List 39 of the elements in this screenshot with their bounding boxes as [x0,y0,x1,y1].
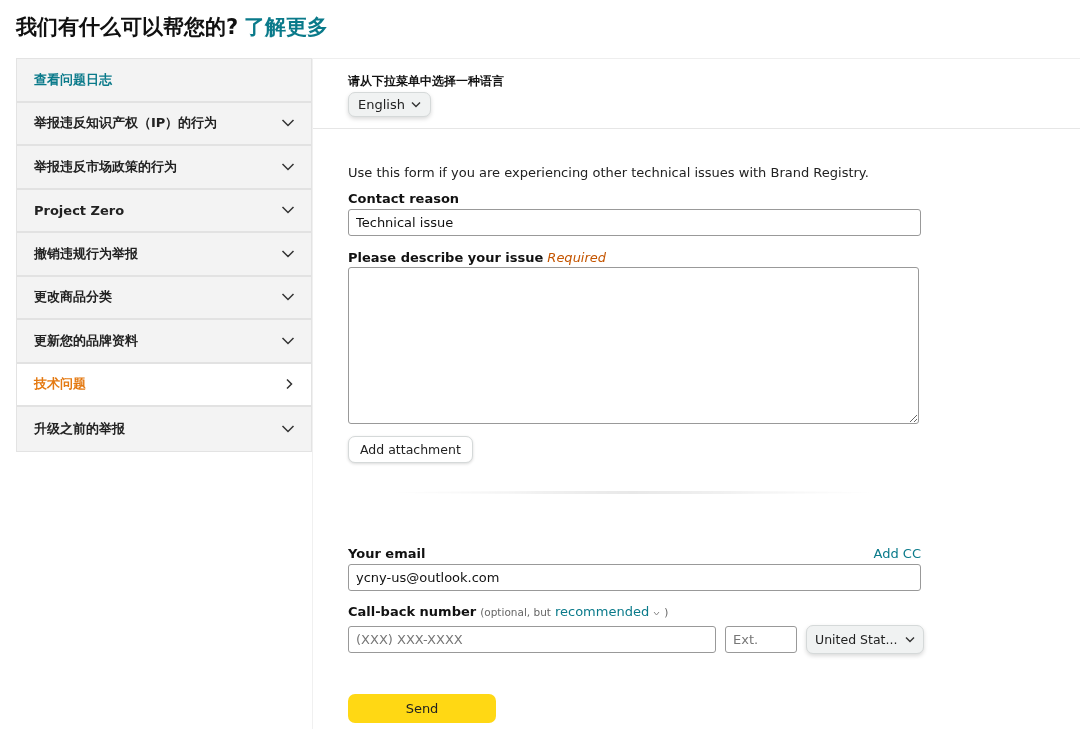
sidebar-item[interactable]: 撤销违规行为举报 [17,233,311,277]
description-field[interactable] [348,267,919,424]
page-title: 我们有什么可以帮您的? [16,14,239,41]
chevron-down-icon [281,423,295,434]
field-label: Contact reason [348,191,460,206]
language-dropdown[interactable]: English [348,92,431,117]
form-intro: Use this form if you are experiencing other technical issues with Brand Registry. [348,165,869,180]
sidebar-item[interactable]: Project Zero [17,189,311,233]
field-label: Please describe your issue [348,250,544,265]
phone-field[interactable]: (XXX) XXX-XXXX [348,626,716,653]
field-label: Call-back number [348,604,477,619]
recommended-link[interactable]: recommended [554,604,650,619]
caret-icon [905,636,916,643]
optional-note: (optional, but [480,606,551,618]
field-label: Your email [348,546,426,561]
sidebar-item[interactable]: 升级之前的举报 [17,407,311,451]
optional-note-end: ) [664,606,669,618]
email-field[interactable]: ycny-us@outlook.com [348,564,921,591]
chevron-down-icon [281,161,295,172]
chevron-down-icon [281,205,295,216]
chevron-down-icon [281,118,295,129]
required-note: Required [547,250,607,265]
sidebar-item[interactable]: 举报违反市场政策的行为 [17,146,311,190]
add-attachment-button[interactable]: Add attachment [348,436,473,463]
send-button[interactable]: Send [348,694,496,723]
chevron-down-icon [281,335,295,346]
chevron-down-icon [281,292,295,303]
country-dropdown[interactable]: United Stat... [806,625,925,654]
contact-reason-field[interactable]: Technical issue [348,209,921,236]
add-cc-link[interactable]: Add CC [873,546,921,561]
sidebar-item[interactable]: 举报违反知识产权（IP）的行为 [17,102,311,146]
sidebar-item[interactable]: 更改商品分类 [17,276,311,320]
language-label: 请从下拉菜单中选择一种语言 [348,73,504,90]
sidebar-item[interactable]: 查看问题日志 [17,59,311,103]
learn-more-link[interactable]: 了解更多 [244,13,329,41]
extension-field[interactable]: Ext. [725,626,797,653]
caret-icon [653,611,661,616]
chevron-down-icon [281,248,295,259]
caret-icon [410,101,421,108]
